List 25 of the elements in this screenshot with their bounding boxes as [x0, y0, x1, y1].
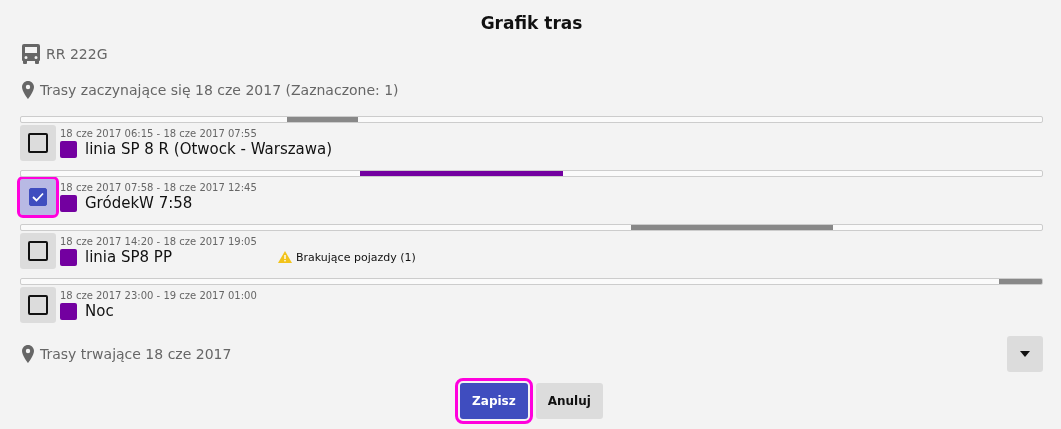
route-checkbox[interactable]	[20, 286, 56, 323]
expand-toggle[interactable]	[1007, 336, 1043, 372]
check-icon	[32, 191, 44, 202]
route-name: Noc	[85, 302, 115, 320]
route-checkbox[interactable]	[20, 232, 56, 269]
vehicle-label: RR 222G	[46, 46, 108, 62]
section-label: Trasy zaczynające się 18 cze 2017 (Zaznaczone: 1)	[40, 82, 399, 98]
route-checkbox[interactable]	[20, 124, 56, 161]
route-time: 18 cze 2017 14:20 - 18 cze 2017 19:05	[60, 235, 258, 248]
route-name: linia SP 8 R (Otwock - Warszawa)	[85, 140, 333, 158]
location-pin-icon	[22, 345, 34, 363]
route-checkbox[interactable]	[20, 178, 56, 215]
route-time: 18 cze 2017 06:15 - 18 cze 2017 07:55	[60, 127, 258, 140]
route-time: 18 cze 2017 07:58 - 18 cze 2017 12:45	[60, 181, 258, 194]
caret-icon	[1020, 351, 1030, 357]
warning-text: Brakujące pojazdy (1)	[296, 250, 416, 264]
bus-icon	[22, 44, 40, 64]
warning-icon	[278, 251, 292, 263]
route-name: GródekW 7:58	[85, 194, 194, 212]
cancel-button[interactable]: Anuluj	[535, 383, 603, 419]
location-pin-icon	[22, 81, 34, 99]
section-label: Trasy trwające 18 cze 2017	[40, 346, 232, 362]
dialog-title: Grafik tras	[479, 12, 584, 35]
route-name: linia SP8 PP	[85, 248, 173, 266]
route-time: 18 cze 2017 23:00 - 19 cze 2017 01:00	[60, 289, 258, 302]
